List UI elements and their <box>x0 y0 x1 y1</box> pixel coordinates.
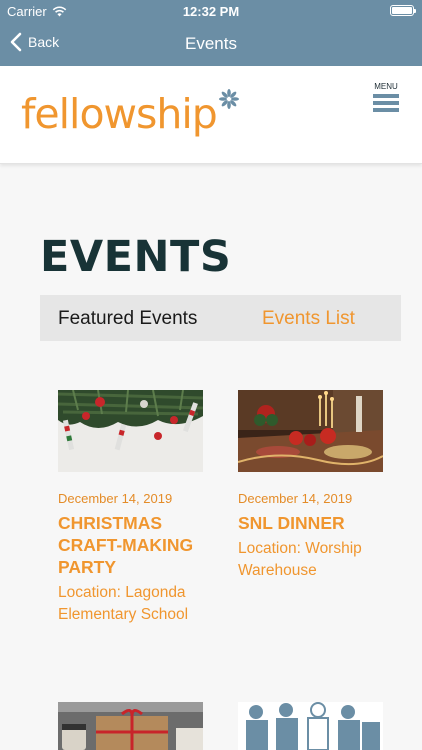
hamburger-icon <box>373 94 399 98</box>
page-title: EVENTS <box>40 232 232 282</box>
menu-button[interactable]: MENU <box>373 82 399 115</box>
wrapped-gift-image[interactable] <box>58 702 203 750</box>
christmas-garland-image[interactable] <box>58 390 203 472</box>
hamburger-bar <box>373 101 399 105</box>
tab-featured-events[interactable]: Featured Events <box>58 308 197 330</box>
event-card[interactable]: December 14, 2019 CHRISTMAS CRAFT-MAKING… <box>58 390 208 626</box>
nav-title: Events <box>185 34 237 53</box>
event-title[interactable]: CHRISTMAS CRAFT-MAKING PARTY <box>58 512 208 578</box>
event-location: Location: Lagonda Elementary School <box>58 584 189 623</box>
menu-label: MENU <box>374 82 398 91</box>
logo-text: fellowship <box>21 90 218 138</box>
event-title[interactable]: SNL DINNER <box>238 512 388 534</box>
holiday-table-image[interactable] <box>238 390 383 472</box>
navigation-bar: Back Events <box>0 22 422 66</box>
site-header: fellowship MENU <box>0 66 422 164</box>
event-date: December 14, 2019 <box>58 491 173 506</box>
battery-icon <box>390 5 416 16</box>
fellowship-logo[interactable]: fellowship <box>21 89 240 138</box>
flower-icon <box>218 89 239 109</box>
tab-events-list[interactable]: Events List <box>262 308 355 330</box>
figures-illustration-image[interactable] <box>238 702 383 750</box>
event-card[interactable] <box>58 702 208 750</box>
status-time: 12:32 PM <box>182 4 240 19</box>
status-bar: Carrier 12:32 PM <box>0 0 422 22</box>
event-date: December 14, 2019 <box>238 491 353 506</box>
hamburger-bar <box>373 108 399 112</box>
event-card[interactable] <box>238 702 388 750</box>
event-tabs: Featured Events Events List <box>40 295 401 341</box>
event-location: Location: Worship Warehouse <box>238 540 362 579</box>
event-card[interactable]: December 14, 2019 SNL DINNER Location: W… <box>238 390 388 582</box>
